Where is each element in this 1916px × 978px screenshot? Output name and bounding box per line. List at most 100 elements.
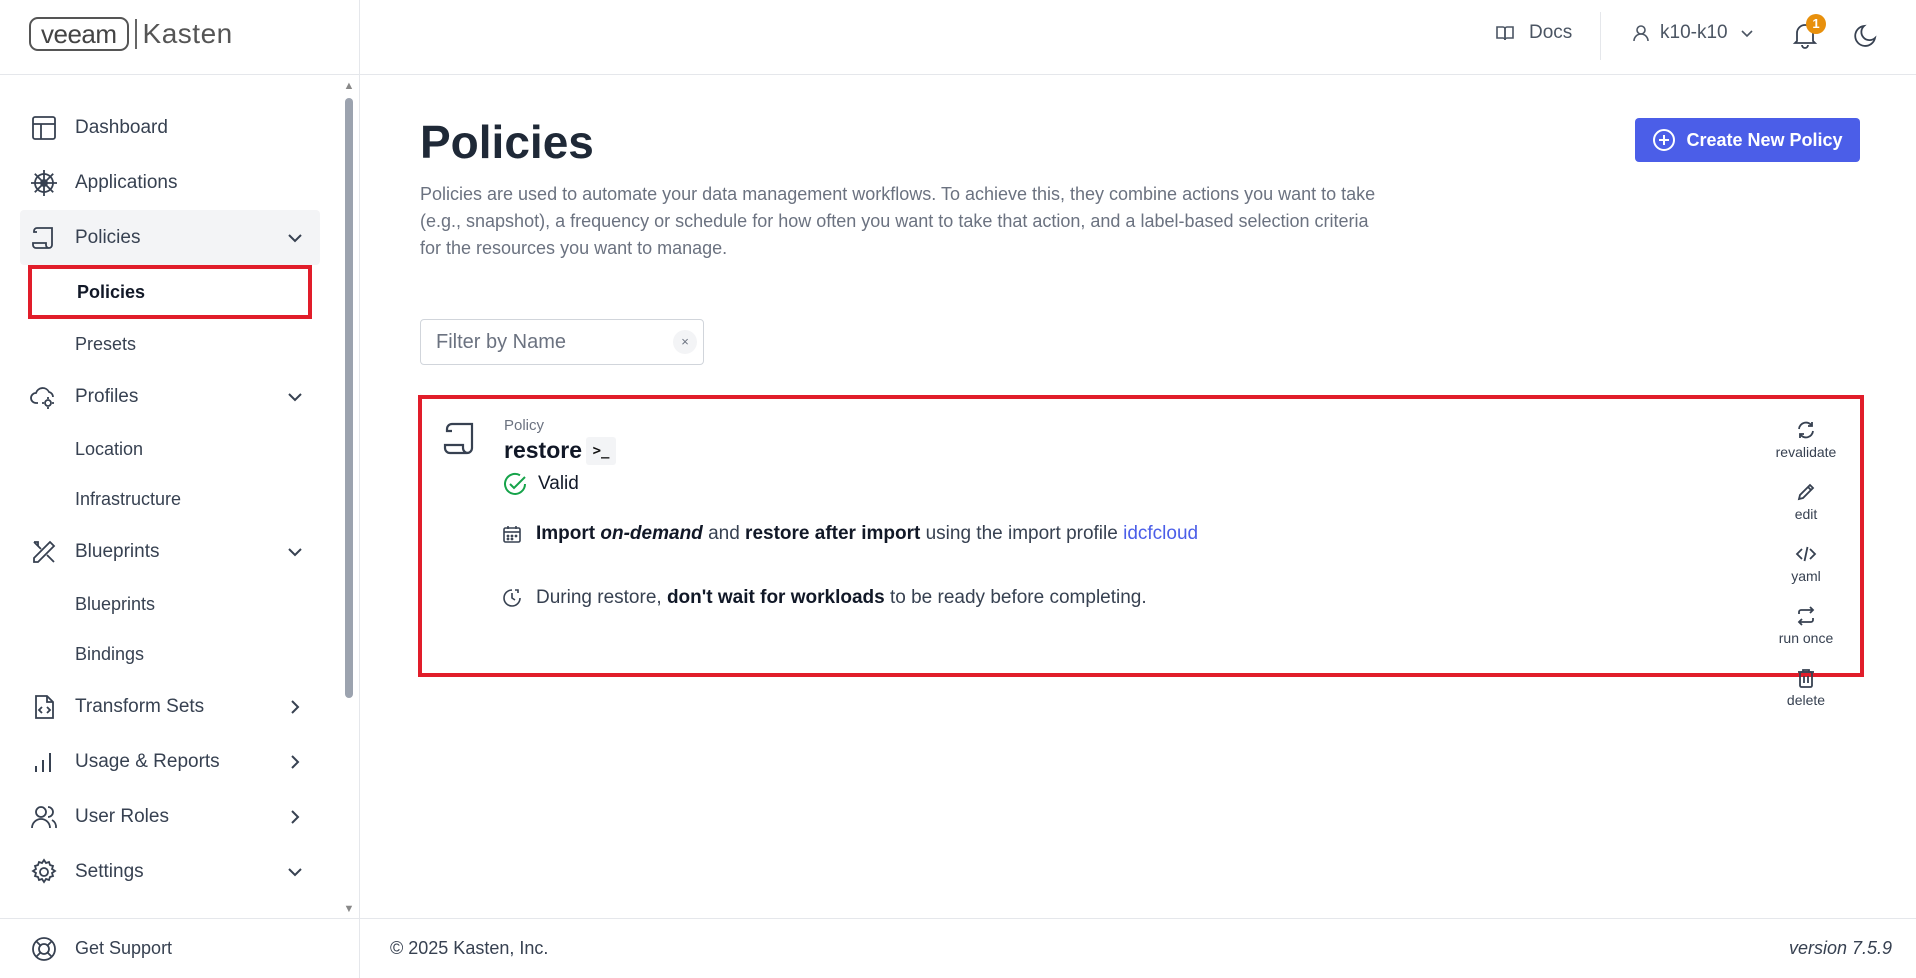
user-icon: [1633, 25, 1649, 42]
filter-field[interactable]: ×: [420, 319, 704, 365]
sidebar-subitem-label: Infrastructure: [75, 488, 182, 509]
sidebar-item-usage-reports[interactable]: Usage & Reports: [0, 734, 340, 789]
veeam-kasten-logo[interactable]: veeam Kasten: [29, 17, 233, 51]
restore-dont-wait: don't wait for workloads: [666, 587, 885, 608]
restore-during: During restore,: [536, 587, 662, 608]
delete-label: delete: [1786, 692, 1826, 708]
get-support-link[interactable]: Get Support: [0, 918, 360, 978]
sidebar-subitem-label: Location: [75, 438, 144, 459]
code-icon: [1795, 546, 1817, 562]
clear-filter-icon[interactable]: ×: [673, 330, 697, 354]
sidebar-item-settings[interactable]: Settings: [0, 844, 340, 899]
sidebar: veeam Kasten Dashboard Applications Poli…: [0, 0, 360, 978]
run-once-label: run once: [1778, 630, 1834, 646]
users-icon: [31, 806, 57, 829]
sidebar-subitem-label: Presets: [75, 333, 137, 354]
delete-button[interactable]: delete: [1766, 667, 1846, 729]
docs-link[interactable]: Docs: [1495, 22, 1572, 44]
logo-kasten: Kasten: [142, 18, 233, 49]
sidebar-item-label: Blueprints: [75, 540, 160, 562]
summary-restore-after-import: restore after import: [745, 523, 921, 544]
sidebar-scrollbar[interactable]: ▲ ▼: [343, 80, 355, 915]
policy-actions: revalidate edit yaml run once delete: [1766, 419, 1846, 729]
sidebar-item-profiles[interactable]: Profiles: [0, 369, 340, 424]
create-new-policy-button[interactable]: Create New Policy: [1635, 118, 1860, 162]
calendar-icon: [503, 526, 521, 543]
sidebar-item-applications[interactable]: Applications: [0, 155, 340, 210]
docs-label: Docs: [1529, 22, 1573, 43]
chevron-down-icon[interactable]: [286, 863, 304, 881]
sidebar-subitem-blueprints[interactable]: Blueprints: [0, 579, 340, 629]
sidebar-item-dashboard[interactable]: Dashboard: [0, 100, 340, 155]
plus-circle-icon: [1653, 129, 1676, 151]
import-profile-link[interactable]: idcfcloud: [1123, 523, 1198, 545]
restore-completion: to be ready before completing.: [889, 587, 1147, 608]
status-valid: Valid: [502, 471, 579, 497]
sidebar-item-policies[interactable]: Policies: [20, 210, 320, 265]
lifebuoy-icon: [32, 937, 56, 961]
policy-name[interactable]: restore: [504, 437, 582, 464]
sidebar-item-label: Transform Sets: [75, 695, 205, 717]
dashboard-icon: [32, 116, 56, 140]
policy-kind-label: Policy: [504, 417, 545, 434]
sidebar-item-label: Applications: [75, 171, 178, 193]
edit-label: edit: [1794, 506, 1818, 522]
sidebar-item-label: Profiles: [75, 385, 139, 407]
chevron-down-icon[interactable]: [286, 388, 304, 406]
pencil-icon: [1797, 483, 1815, 501]
page-title: Policies: [420, 116, 594, 168]
sidebar-item-label: Policies: [75, 226, 141, 248]
logo-divider: [134, 19, 137, 49]
sidebar-item-blueprints[interactable]: Blueprints: [0, 524, 340, 579]
chevron-down-icon[interactable]: [286, 229, 304, 247]
sidebar-item-user-roles[interactable]: User Roles: [0, 789, 340, 844]
yaml-button[interactable]: yaml: [1766, 543, 1846, 605]
chevron-right-icon[interactable]: [286, 808, 304, 826]
clock-icon: [503, 589, 521, 607]
terminal-icon[interactable]: >_: [586, 437, 616, 465]
refresh-icon: [1798, 421, 1814, 439]
sidebar-item-label: Usage & Reports: [75, 750, 220, 772]
moon-icon[interactable]: [1853, 21, 1881, 49]
run-once-button[interactable]: run once: [1766, 605, 1846, 667]
scroll-icon: [32, 227, 53, 249]
sidebar-item-transform-sets[interactable]: Transform Sets: [0, 679, 340, 734]
main-content: Policies Create New Policy Policies are …: [360, 75, 1916, 918]
trash-icon: [1798, 669, 1814, 688]
sidebar-subitem-label: Policies: [77, 281, 146, 302]
filter-input[interactable]: [421, 320, 661, 364]
scroll-up-arrow-icon[interactable]: ▲: [343, 80, 355, 92]
book-icon: [1496, 26, 1514, 41]
footer: © 2025 Kasten, Inc. version 7.5.9: [360, 918, 1916, 978]
yaml-label: yaml: [1791, 568, 1821, 584]
sidebar-subitem-presets[interactable]: Presets: [0, 319, 340, 369]
sidebar-subitem-infrastructure[interactable]: Infrastructure: [0, 474, 340, 524]
user-menu[interactable]: k10-k10: [1632, 22, 1754, 44]
summary-and: and: [708, 523, 740, 544]
scroll-down-arrow-icon[interactable]: ▼: [343, 903, 355, 915]
sidebar-subitem-location[interactable]: Location: [0, 424, 340, 474]
revalidate-label: revalidate: [1775, 444, 1837, 460]
sidebar-subitem-label: Bindings: [75, 643, 145, 664]
chevron-down-icon[interactable]: [286, 543, 304, 561]
scroll-thumb[interactable]: [345, 98, 353, 698]
logo-veeam: veeam: [29, 17, 129, 51]
chevron-right-icon[interactable]: [286, 698, 304, 716]
copyright: © 2025 Kasten, Inc.: [390, 938, 549, 958]
chevron-right-icon[interactable]: [286, 753, 304, 771]
sidebar-nav: Dashboard Applications Policies Policies…: [0, 100, 340, 899]
get-support-label: Get Support: [75, 938, 173, 958]
cloud-gear-icon: [30, 387, 54, 409]
sidebar-subitem-policies[interactable]: Policies: [28, 265, 312, 319]
bar-chart-icon: [35, 753, 51, 772]
sidebar-item-label: Dashboard: [75, 116, 168, 138]
notification-badge: 1: [1806, 14, 1826, 34]
sidebar-subitem-bindings[interactable]: Bindings: [0, 629, 340, 679]
revalidate-button[interactable]: revalidate: [1766, 419, 1846, 481]
topbar-divider: [1600, 12, 1601, 60]
create-new-policy-label: Create New Policy: [1686, 129, 1843, 150]
helm-wheel-icon: [31, 170, 57, 196]
policy-action-summary: Import on-demand and restore after impor…: [502, 523, 1198, 545]
pencil-ruler-icon: [33, 540, 56, 563]
edit-button[interactable]: edit: [1766, 481, 1846, 543]
